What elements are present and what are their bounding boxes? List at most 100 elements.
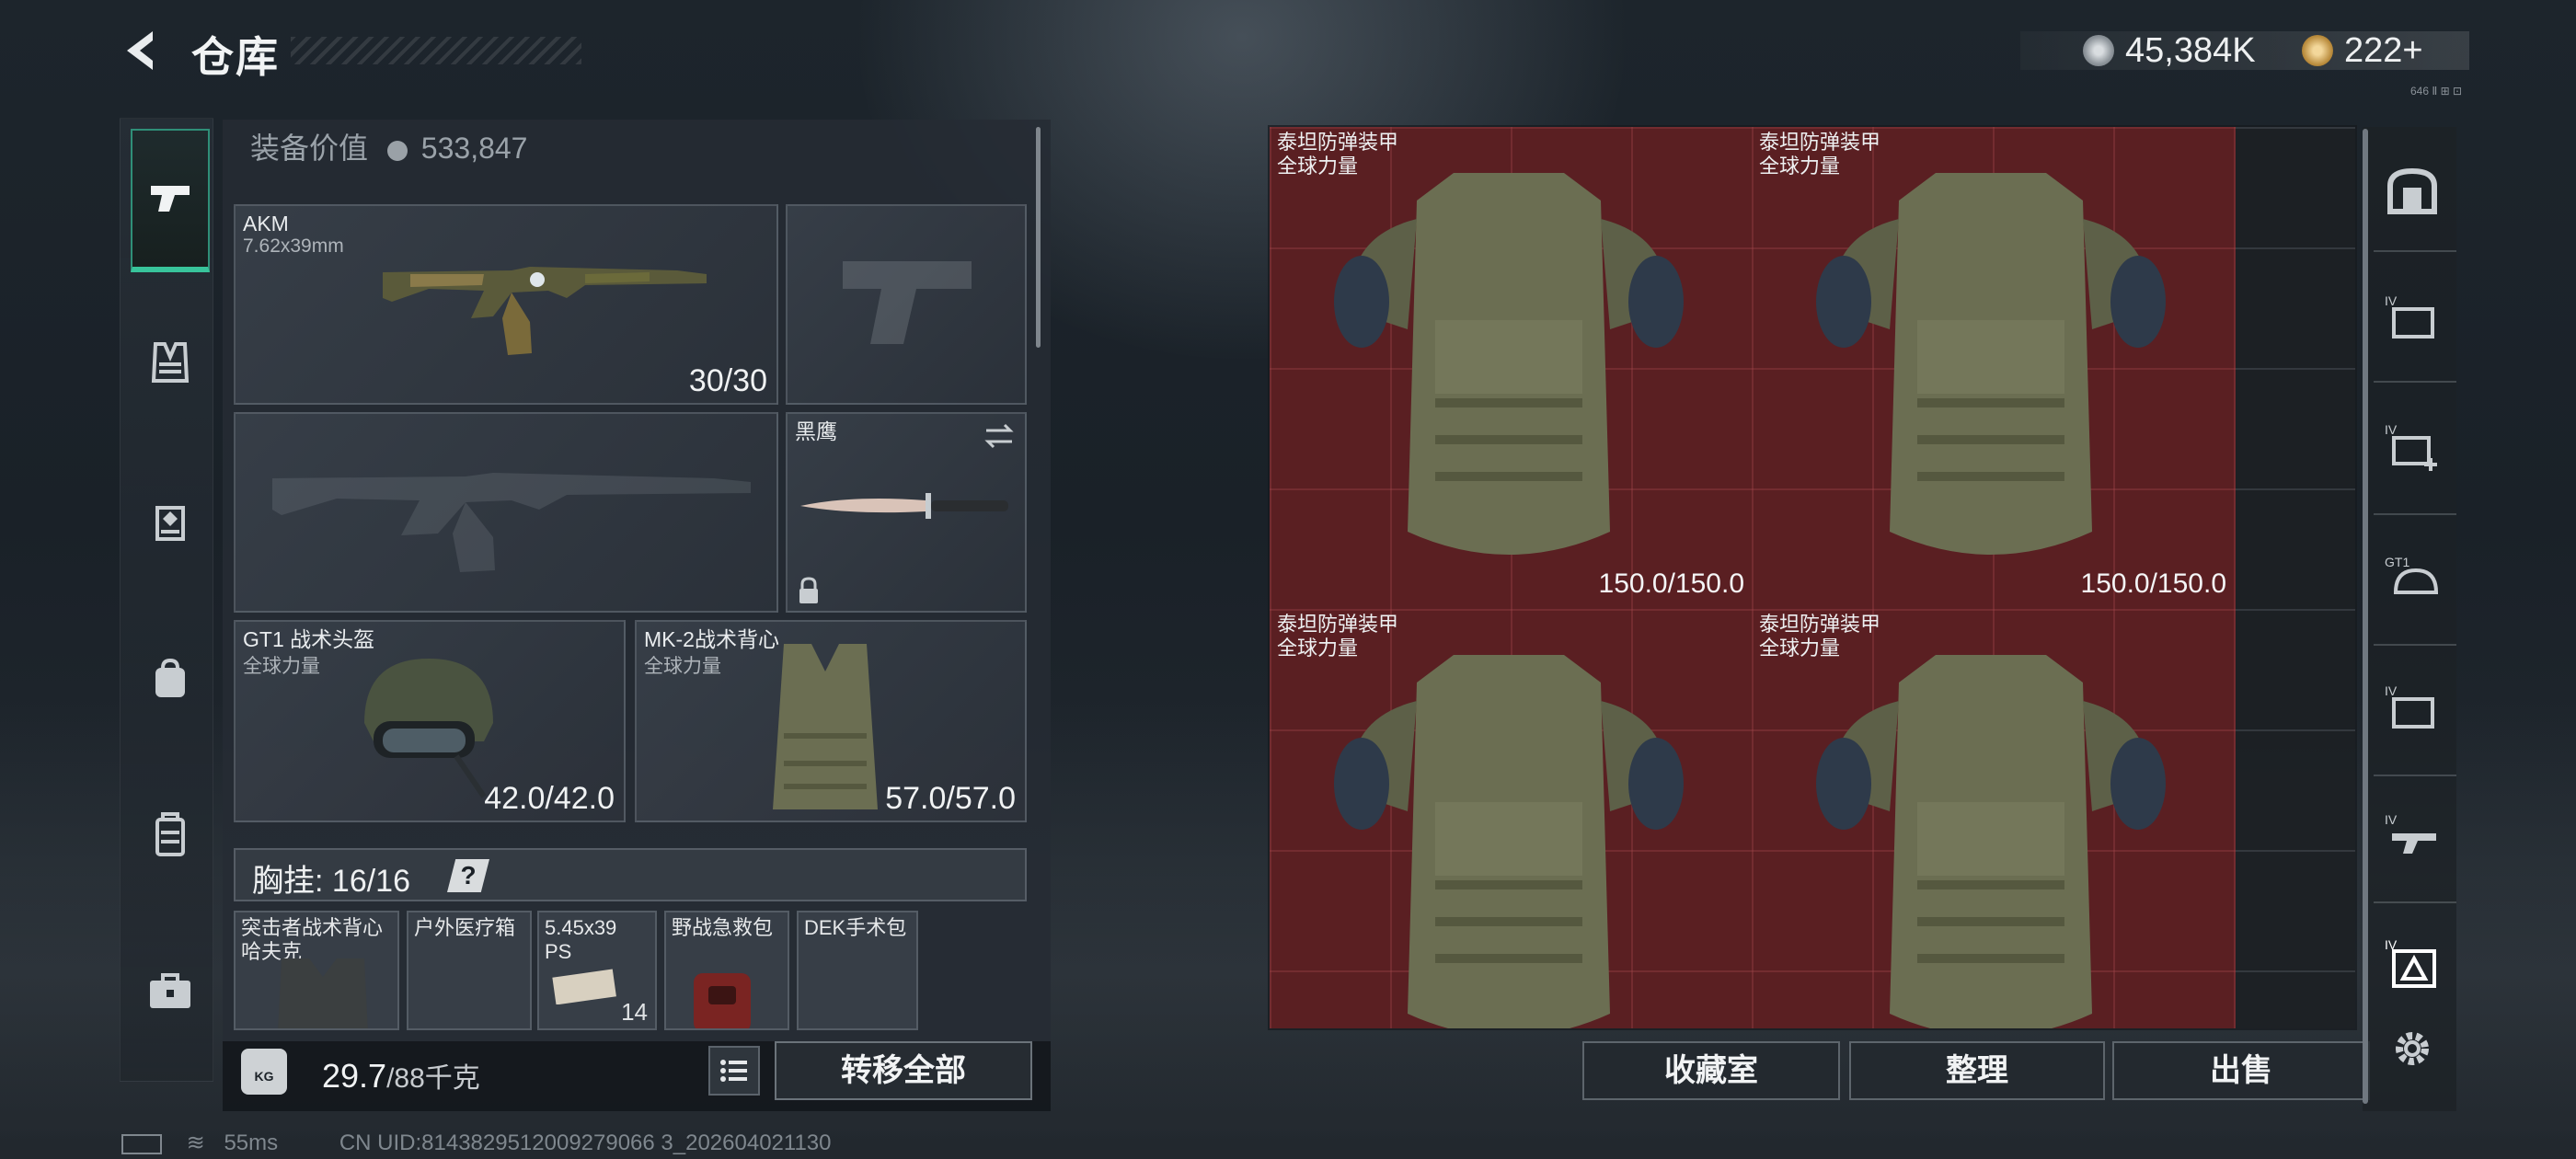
chest-rig-label: 胸挂: xyxy=(252,864,324,899)
melee-name: 黑鹰 xyxy=(795,419,837,443)
container-icon xyxy=(155,812,185,856)
tab-storage-iv-2[interactable]: IV xyxy=(2377,671,2447,741)
helmet-durability: 42.0/42.0 xyxy=(484,781,615,816)
weight-icon-label: KG xyxy=(254,1069,274,1084)
storage-item-armor[interactable]: 泰坦防弹装甲 全球力量 xyxy=(1270,609,1752,1028)
wifi-icon: ≋ xyxy=(186,1130,205,1155)
tab-helmet-gt1[interactable]: GT1 xyxy=(2377,543,2447,613)
uid-text: CN UID:8143829512009279066 3_20260402113… xyxy=(339,1130,832,1155)
settings-button[interactable] xyxy=(2377,1014,2447,1084)
lock-icon xyxy=(799,577,818,603)
pistol-placeholder-icon xyxy=(843,261,972,344)
carry-weight: 29.7/88千克 xyxy=(322,1055,480,1096)
storage-item-armor[interactable]: 泰坦防弹装甲 全球力量 150.0/150.0 xyxy=(1752,127,2234,609)
tab-weapon-iv[interactable]: IV xyxy=(2377,800,2447,870)
medical-iv-icon: IV xyxy=(2385,422,2437,471)
weapon-iv-icon: IV xyxy=(2385,812,2436,854)
transfer-all-button[interactable]: 转移全部 xyxy=(775,1041,1032,1100)
rig-item[interactable]: 野战急救包 xyxy=(664,911,789,1030)
weapon-caliber: 7.62x39mm xyxy=(243,235,344,257)
titan-armor-image xyxy=(1816,655,2166,1028)
currency-premium[interactable]: 222+ xyxy=(2344,31,2423,71)
weight-current: 29.7 xyxy=(322,1057,387,1095)
knife-image xyxy=(800,493,1008,519)
gt1-helmet-icon: GT1 xyxy=(2385,555,2439,594)
rig-item-name: 5.45x39 PS xyxy=(545,916,617,963)
storage-item-armor[interactable]: 泰坦防弹装甲 全球力量 xyxy=(1752,609,2234,1028)
tab-safe[interactable] xyxy=(2377,156,2447,226)
titan-armor-image xyxy=(1334,173,1684,555)
settings-icon xyxy=(2396,1032,2429,1065)
rig-item-name: 野战急救包 xyxy=(672,916,774,939)
armor-item-durability: 150.0/150.0 xyxy=(1598,568,1744,599)
armor-faction: 全球力量 xyxy=(644,656,721,677)
tab-separator xyxy=(2374,901,2456,903)
armor-item-durability: 150.0/150.0 xyxy=(2080,568,2226,599)
rig-item[interactable]: DEK手术包 xyxy=(797,911,918,1030)
secondary-weapon-slot-empty[interactable] xyxy=(234,412,778,613)
tab-storage-iv[interactable]: IV xyxy=(2377,281,2447,351)
pistol-icon xyxy=(151,186,190,212)
corner-mark: 646 Ⅱ ⊞ ⊡ xyxy=(2410,85,2463,98)
rig-item[interactable]: 5.45x39 PS 14 xyxy=(537,911,657,1030)
rig-item-name: 户外医疗箱 xyxy=(414,916,516,939)
melee-slot[interactable]: 黑鹰 xyxy=(786,412,1027,613)
weight-max: /88千克 xyxy=(386,1063,480,1094)
nav-backpack[interactable] xyxy=(131,607,210,751)
sell-button[interactable]: 出售 xyxy=(2112,1041,2370,1100)
helmet-faction: 全球力量 xyxy=(243,656,320,677)
tab-separator xyxy=(2374,775,2456,776)
tab-separator xyxy=(2374,513,2456,515)
rig-vest-image xyxy=(278,958,368,1028)
status-bar: ≋ 55ms CN UID:8143829512009279066 3_2026… xyxy=(121,1130,832,1156)
rig-item[interactable]: 突击者战术背心 哈夫克 xyxy=(234,911,399,1030)
titan-armor-image xyxy=(1816,173,2166,555)
vest-image xyxy=(773,644,878,809)
currency-main: 45,384K xyxy=(2125,31,2256,70)
storage-iv-icon: IV xyxy=(2385,683,2434,729)
silver-coin-icon xyxy=(386,140,408,161)
tab-medical-iv[interactable]: IV xyxy=(2377,410,2447,480)
weapon-ammo: 30/30 xyxy=(688,363,767,398)
premium-coin-icon xyxy=(2302,35,2333,66)
title-decoration xyxy=(291,37,581,64)
storage-tabs-scrollbar[interactable] xyxy=(2363,129,2368,1104)
svg-text:GT1: GT1 xyxy=(2385,555,2409,569)
armor-durability: 57.0/57.0 xyxy=(885,781,1016,816)
list-icon xyxy=(720,1060,747,1082)
helmet-slot[interactable]: GT1 战术头盔 全球力量 42.0/42.0 xyxy=(234,620,626,822)
rifle-placeholder-icon xyxy=(272,473,751,572)
swap-arrows-icon[interactable] xyxy=(983,423,1016,449)
storage-item-armor[interactable]: 泰坦防弹装甲 全球力量 150.0/150.0 xyxy=(1270,127,1752,609)
page-title: 仓库 xyxy=(191,33,280,81)
backpack-icon xyxy=(155,658,185,697)
organize-button[interactable]: 整理 xyxy=(1849,1041,2105,1100)
svg-text:IV: IV xyxy=(2385,422,2398,437)
nav-toolbox[interactable] xyxy=(131,920,210,1063)
back-arrow-icon[interactable] xyxy=(118,28,164,74)
akm-rifle-image xyxy=(383,267,707,355)
armor-slot[interactable]: MK-2战术背心 全球力量 57.0/57.0 xyxy=(635,620,1027,822)
nav-weapons[interactable] xyxy=(131,129,210,272)
nav-vest[interactable] xyxy=(131,291,210,434)
battery-icon xyxy=(121,1133,162,1154)
svg-text:IV: IV xyxy=(2385,293,2398,308)
storage-iv-icon: IV xyxy=(2385,293,2434,339)
silver-coin-icon xyxy=(2083,35,2114,66)
nav-helmet[interactable] xyxy=(131,449,210,592)
sidearm-slot-empty[interactable] xyxy=(786,204,1027,405)
tab-separator xyxy=(2374,381,2456,383)
equipment-value: 装备价值 533,847 xyxy=(250,125,527,167)
list-view-button[interactable] xyxy=(708,1046,760,1096)
tab-armor-iv[interactable]: IV xyxy=(2377,927,2447,997)
armor-name: MK-2战术背心 xyxy=(644,627,779,651)
primary-weapon-slot[interactable]: AKM 7.62x39mm 30/30 xyxy=(234,204,778,405)
rig-item[interactable]: 户外医疗箱 xyxy=(407,911,532,1030)
first-aid-kit-image xyxy=(694,973,751,1028)
nav-container[interactable] xyxy=(131,763,210,907)
ammo-box-image xyxy=(552,969,616,1004)
helmet-icon xyxy=(155,506,185,541)
weapon-name: AKM xyxy=(243,212,289,235)
loadout-scrollbar[interactable] xyxy=(1036,127,1041,348)
collection-room-button[interactable]: 收藏室 xyxy=(1582,1041,1840,1100)
